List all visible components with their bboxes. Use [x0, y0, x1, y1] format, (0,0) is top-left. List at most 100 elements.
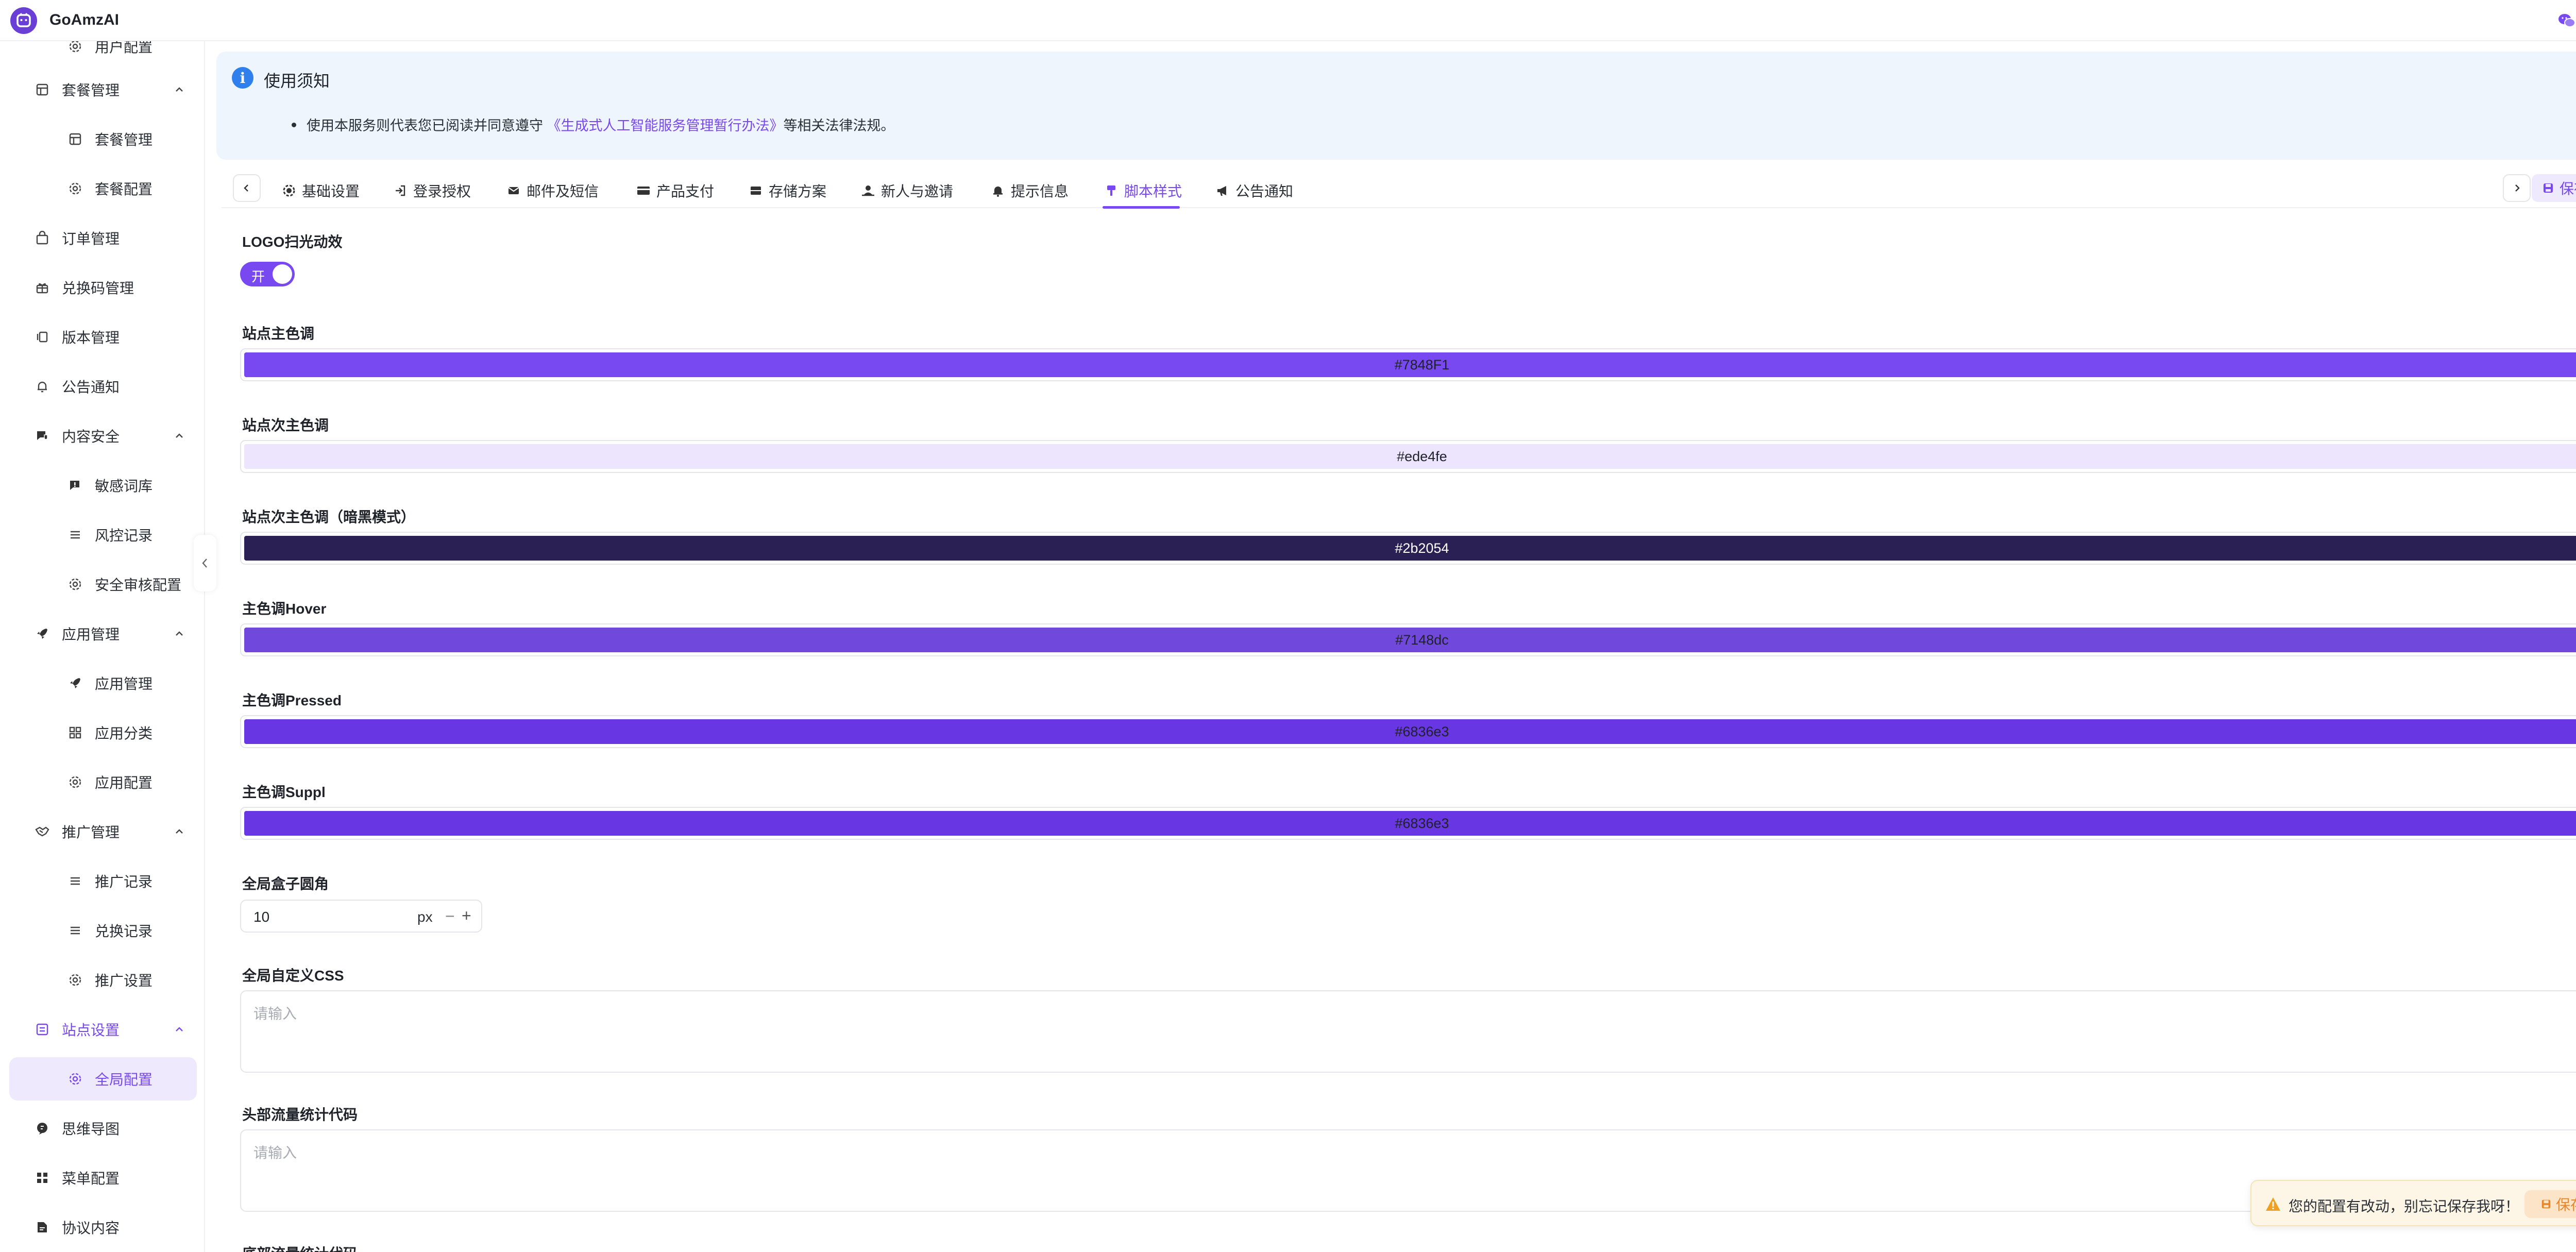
tab-tips[interactable]: 提示信息: [990, 175, 1069, 206]
color-value: #2b2054: [1395, 540, 1449, 556]
head-code-textarea[interactable]: 请输入: [240, 1129, 2576, 1212]
sidebar-item-label: 应用配置: [95, 775, 153, 791]
sidebar-item-label: 安全审核配置: [95, 577, 182, 593]
sidebar-item-label: 风控记录: [95, 528, 153, 544]
app-name: GoAmzAI: [49, 11, 119, 28]
color-value: #ede4fe: [1397, 448, 1447, 464]
gear-icon: [67, 972, 83, 988]
tab-storage[interactable]: 存储方案: [748, 175, 826, 206]
list-icon: [67, 873, 83, 889]
sidebar-item-label: 内容安全: [62, 429, 120, 445]
sidebar-item-app-config[interactable]: 应用配置: [0, 760, 204, 804]
radius-input[interactable]: 10 px − +: [240, 900, 482, 933]
app-logo-icon[interactable]: [10, 7, 37, 34]
custom-css-label: 全局自定义CSS: [242, 968, 344, 984]
suppl-color-picker[interactable]: #6836e3: [240, 807, 2576, 840]
sidebar-item-redeem-codes[interactable]: 兑换码管理: [0, 266, 204, 309]
save-icon: [2541, 1199, 2551, 1209]
sidebar-item-package-manage[interactable]: 套餐管理: [0, 117, 204, 161]
sidebar-item-package-group[interactable]: 套餐管理: [0, 68, 204, 111]
chevron-up-icon: [172, 824, 187, 839]
sidebar-collapse-button[interactable]: [194, 535, 216, 591]
tab-login-auth[interactable]: 登录授权: [393, 175, 471, 206]
tabs-scroll-left-button[interactable]: [233, 174, 261, 202]
tab-label: 登录授权: [413, 183, 471, 199]
sidebar-item-label: 套餐管理: [95, 132, 153, 148]
tab-label: 新人与邀请: [881, 183, 954, 199]
sidebar-item-risk-records[interactable]: 风控记录: [0, 513, 204, 556]
sidebar-item-menu-config[interactable]: 菜单配置: [0, 1156, 204, 1199]
save-button[interactable]: 保存: [2532, 174, 2576, 202]
sidebar-item-security-review-config[interactable]: 安全审核配置: [0, 563, 204, 606]
sidebar-item-label: 推广设置: [95, 973, 153, 989]
color-swatch: #6836e3: [244, 811, 2576, 836]
pressed-color-picker[interactable]: #6836e3: [240, 715, 2576, 748]
custom-css-textarea[interactable]: 请输入: [240, 990, 2576, 1073]
sidebar-item-label: 敏感词库: [95, 478, 153, 494]
top-bar: GoAmzAI: [0, 0, 2576, 41]
tab-product-payment[interactable]: 产品支付: [636, 175, 714, 206]
chevron-up-icon: [172, 429, 187, 443]
sidebar-item-agreement[interactable]: 协议内容: [0, 1206, 204, 1249]
sidebar-item-app-manage[interactable]: 应用管理: [0, 662, 204, 705]
sidebar-item-site-settings[interactable]: 站点设置: [0, 1008, 204, 1051]
color-value: #6836e3: [1395, 815, 1449, 831]
login-icon: [393, 183, 408, 198]
increment-button[interactable]: +: [462, 906, 471, 925]
sidebar-item-versions[interactable]: 版本管理: [0, 315, 204, 359]
sidebar-item-label: 应用管理: [62, 627, 120, 642]
tabs-scroll-right-button[interactable]: [2503, 174, 2531, 202]
secondary-color-picker[interactable]: #ede4fe: [240, 440, 2576, 473]
decrement-button[interactable]: −: [445, 907, 455, 926]
sidebar-item-orders[interactable]: 订单管理: [0, 216, 204, 260]
sidebar-item-promotion-records[interactable]: 推广记录: [0, 859, 204, 903]
sidebar-item-user-config[interactable]: 用户配置: [0, 41, 204, 68]
grid-icon: [34, 1170, 50, 1186]
radius-label: 全局盒子圆角: [242, 876, 329, 892]
sidebar-item-content-security[interactable]: 内容安全: [0, 414, 204, 458]
logo-scan-label: LOGO扫光动效: [242, 234, 343, 250]
gear-icon: [67, 774, 83, 790]
sidebar-item-label: 思维导图: [62, 1121, 120, 1137]
user-invite-icon: [860, 183, 876, 198]
regulation-link[interactable]: 《生成式人工智能服务管理暂行办法》: [547, 118, 784, 133]
hover-color-picker[interactable]: #7148dc: [240, 623, 2576, 656]
sidebar-item-promotion-settings[interactable]: 推广设置: [0, 958, 204, 1002]
toast-save-button[interactable]: 保存: [2524, 1190, 2576, 1218]
usage-notice: i 使用须知 使用本服务则代表您已阅读并同意遵守 《生成式人工智能服务管理暂行办…: [216, 52, 2576, 160]
tab-basic-settings[interactable]: 基础设置: [281, 175, 360, 206]
sidebar-item-announcements[interactable]: 公告通知: [0, 365, 204, 408]
tab-mail-sms[interactable]: 邮件及短信: [506, 175, 599, 206]
tab-script-style[interactable]: 脚本样式: [1104, 175, 1182, 206]
sidebar-item-app-group[interactable]: 应用管理: [0, 612, 204, 655]
settings-tabs: 基础设置 登录授权 邮件及短信 产品支付 存储方案 新人与邀请 提示信息 脚本样…: [222, 168, 2576, 209]
chevron-up-icon: [172, 1022, 187, 1037]
sidebar-item-redeem-records[interactable]: 兑换记录: [0, 909, 204, 952]
primary-color-picker[interactable]: #7848F1: [240, 348, 2576, 381]
logo-scan-toggle[interactable]: 开: [240, 262, 295, 286]
wechat-icon[interactable]: [2552, 6, 2576, 35]
notice-line-prefix: 使用本服务则代表您已阅读并同意遵守: [307, 118, 543, 133]
textarea-placeholder: 请输入: [253, 1145, 297, 1161]
sidebar-item-sensitive-words[interactable]: 敏感词库: [0, 464, 204, 507]
chevron-up-icon: [172, 82, 187, 97]
list-icon: [67, 922, 83, 939]
sidebar-item-global-config[interactable]: 全局配置: [9, 1057, 197, 1101]
tab-newcomer-invite[interactable]: 新人与邀请: [860, 175, 953, 206]
secondary-dark-color-picker[interactable]: #2b2054: [240, 532, 2576, 565]
gear-icon: [281, 183, 297, 198]
tab-announcement[interactable]: 公告通知: [1215, 175, 1293, 206]
sidebar: 用户配置 套餐管理 套餐管理 套餐配置 订单管理 兑换码管理 版本管理 公告通知…: [0, 41, 205, 1252]
sidebar-item-promotion-group[interactable]: 推广管理: [0, 810, 204, 853]
color-label: 主色调Suppl: [242, 784, 326, 800]
radius-value[interactable]: 10: [253, 909, 269, 925]
sidebar-item-package-config[interactable]: 套餐配置: [0, 167, 204, 210]
sidebar-item-label: 套餐管理: [62, 82, 120, 98]
chevron-left-icon: [244, 184, 248, 192]
sidebar-item-label: 用户配置: [95, 41, 153, 55]
sidebar-item-mindmap[interactable]: 思维导图: [0, 1107, 204, 1150]
sidebar-item-app-category[interactable]: 应用分类: [0, 711, 204, 754]
gear-icon: [67, 576, 83, 593]
chevron-up-icon: [172, 627, 187, 641]
tab-label: 基础设置: [302, 183, 360, 199]
